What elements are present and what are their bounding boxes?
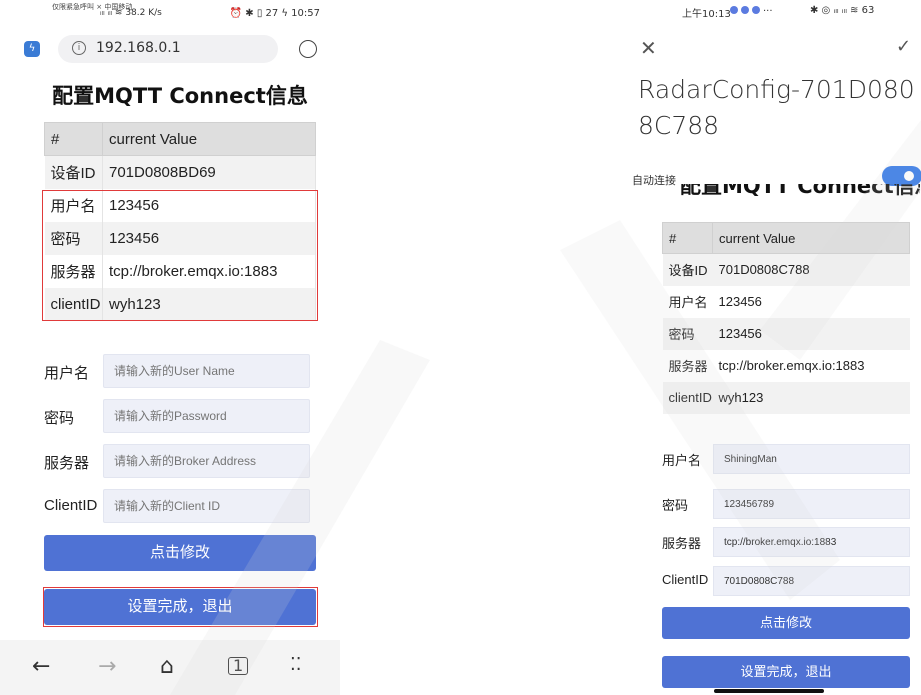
password-label: 密码 <box>44 410 75 427</box>
info-icon[interactable]: i <box>72 41 86 55</box>
broker-label: 服务器 <box>44 455 90 472</box>
status-bar: 上午10:13 ··· ✱ ◎ ᵢₗₗ ᵢₗₗ ≋ 63 <box>600 0 921 24</box>
header-value: current Value <box>102 122 316 156</box>
highlight-box-table <box>42 190 318 321</box>
row-key: 用户名 <box>668 295 708 310</box>
row-key: 设备ID <box>662 253 713 286</box>
form-row-clientid: ClientID <box>662 566 910 596</box>
row-value: 123456 <box>712 317 910 350</box>
form-row-clientid: ClientID <box>44 489 316 523</box>
broker-input[interactable] <box>103 444 310 478</box>
row-value: tcp://broker.emqx.io:1883 <box>718 358 865 373</box>
table-header-row: # current Value <box>662 222 910 254</box>
form-row-broker: 服务器 <box>662 527 910 557</box>
status-right: ⏰ ✱ ▯ 27 ϟ 10:57 <box>229 8 320 19</box>
form-row-username: 用户名 <box>44 354 316 388</box>
browser-app-icon[interactable]: ϟ <box>24 41 40 57</box>
row-key: 密码 <box>662 317 713 350</box>
row-key: clientID <box>662 381 713 414</box>
status-time: 上午10:13 <box>682 9 731 20</box>
modify-button[interactable]: 点击修改 <box>44 535 316 571</box>
row-value: 701D0808BD69 <box>102 155 316 189</box>
table-row: 密码 123456 <box>662 317 910 350</box>
table-row: 设备ID 701D0808C788 <box>662 253 910 286</box>
clientid-input[interactable] <box>713 566 910 596</box>
browser-nav-bar: ← → ⌂ 1 ⁚⁚ <box>0 640 340 695</box>
form-row-broker: 服务器 <box>44 444 316 478</box>
notification-dots: ··· <box>730 6 773 17</box>
browser-address-bar: ϟ i 192.168.0.1 <box>14 32 334 66</box>
broker-label: 服务器 <box>662 536 702 551</box>
page-title: 配置MQTT Connect信息 <box>52 84 308 108</box>
more-indicator: ··· <box>763 6 773 17</box>
auto-connect-label: 自动连接 <box>632 174 676 187</box>
header-value: current Value <box>712 222 910 254</box>
signal-icons: ᵢₗₗ ᵢₗₗ ≋ 38.2 K/s <box>100 8 162 18</box>
screenshot-canvas: 仅限紧急呼叫 × 中国移动 ᵢₗₗ ᵢₗₗ ≋ 38.2 K/s ⏰ ✱ ▯ 2… <box>0 0 921 695</box>
username-input[interactable] <box>103 354 310 388</box>
left-phone-screen: 仅限紧急呼叫 × 中国移动 ᵢₗₗ ᵢₗₗ ≋ 38.2 K/s ⏰ ✱ ▯ 2… <box>0 0 340 695</box>
username-input[interactable] <box>713 444 910 474</box>
exit-button[interactable]: 设置完成，退出 <box>662 656 910 688</box>
username-label: 用户名 <box>662 453 702 468</box>
auto-connect-toggle[interactable] <box>882 166 921 186</box>
header-key: # <box>44 122 103 156</box>
form-row-password: 密码 <box>44 399 316 433</box>
back-arrow-icon[interactable]: ← <box>32 654 50 679</box>
table-header-row: # current Value <box>44 122 316 156</box>
clientid-input[interactable] <box>103 489 310 523</box>
status-bar: 仅限紧急呼叫 × 中国移动 ᵢₗₗ ᵢₗₗ ≋ 38.2 K/s ⏰ ✱ ▯ 2… <box>0 0 340 30</box>
status-right: ✱ ◎ ᵢₗₗ ᵢₗₗ ≋ 63 <box>810 5 875 16</box>
tabs-icon[interactable]: 1 <box>228 657 249 675</box>
url-text: 192.168.0.1 <box>96 40 181 56</box>
home-icon[interactable]: ⌂ <box>160 654 174 679</box>
url-box[interactable]: i 192.168.0.1 <box>58 35 278 63</box>
dialog-title: RadarConfig-701D0808C788 <box>638 75 915 140</box>
confirm-check-icon[interactable]: ✓ <box>896 36 911 57</box>
modify-button[interactable]: 点击修改 <box>662 607 910 639</box>
header-key: # <box>662 222 713 254</box>
row-value: 123456 <box>718 294 762 309</box>
form-row-password: 密码 <box>662 489 910 519</box>
reload-icon[interactable] <box>299 40 317 58</box>
menu-dots-icon[interactable]: ⁚⁚ <box>290 654 301 675</box>
form-row-username: 用户名 <box>662 444 910 474</box>
password-label: 密码 <box>662 498 689 513</box>
row-value: 701D0808C788 <box>712 253 910 286</box>
close-icon[interactable]: ✕ <box>640 36 657 60</box>
right-phone-screen: 上午10:13 ··· ✱ ◎ ᵢₗₗ ᵢₗₗ ≋ 63 ✕ ✓ RadarCo… <box>600 0 921 695</box>
forward-arrow-icon[interactable]: → <box>98 654 116 679</box>
password-input[interactable] <box>103 399 310 433</box>
broker-input[interactable] <box>713 527 910 557</box>
password-input[interactable] <box>713 489 910 519</box>
row-key: 设备ID <box>44 155 103 189</box>
table-row: clientID wyh123 <box>662 381 910 414</box>
clientid-label: ClientID <box>662 572 709 587</box>
table-row: 设备ID 701D0808BD69 <box>44 155 316 189</box>
username-label: 用户名 <box>44 365 90 382</box>
page-title-clipped: 配置MQTT Connect信息 <box>680 184 920 198</box>
page-title: 配置MQTT Connect信息 <box>680 184 920 198</box>
table-row: 服务器 tcp://broker.emqx.io:1883 <box>663 350 910 382</box>
row-key: 服务器 <box>668 359 708 374</box>
current-config-table: # current Value 设备ID 701D0808C788 用户名 1234… <box>662 222 910 414</box>
clientid-label: ClientID <box>44 497 98 514</box>
table-row: 用户名 123456 <box>663 286 910 318</box>
gesture-home-bar[interactable] <box>714 689 824 693</box>
highlight-box-exit <box>43 587 318 627</box>
row-value: wyh123 <box>712 381 910 414</box>
